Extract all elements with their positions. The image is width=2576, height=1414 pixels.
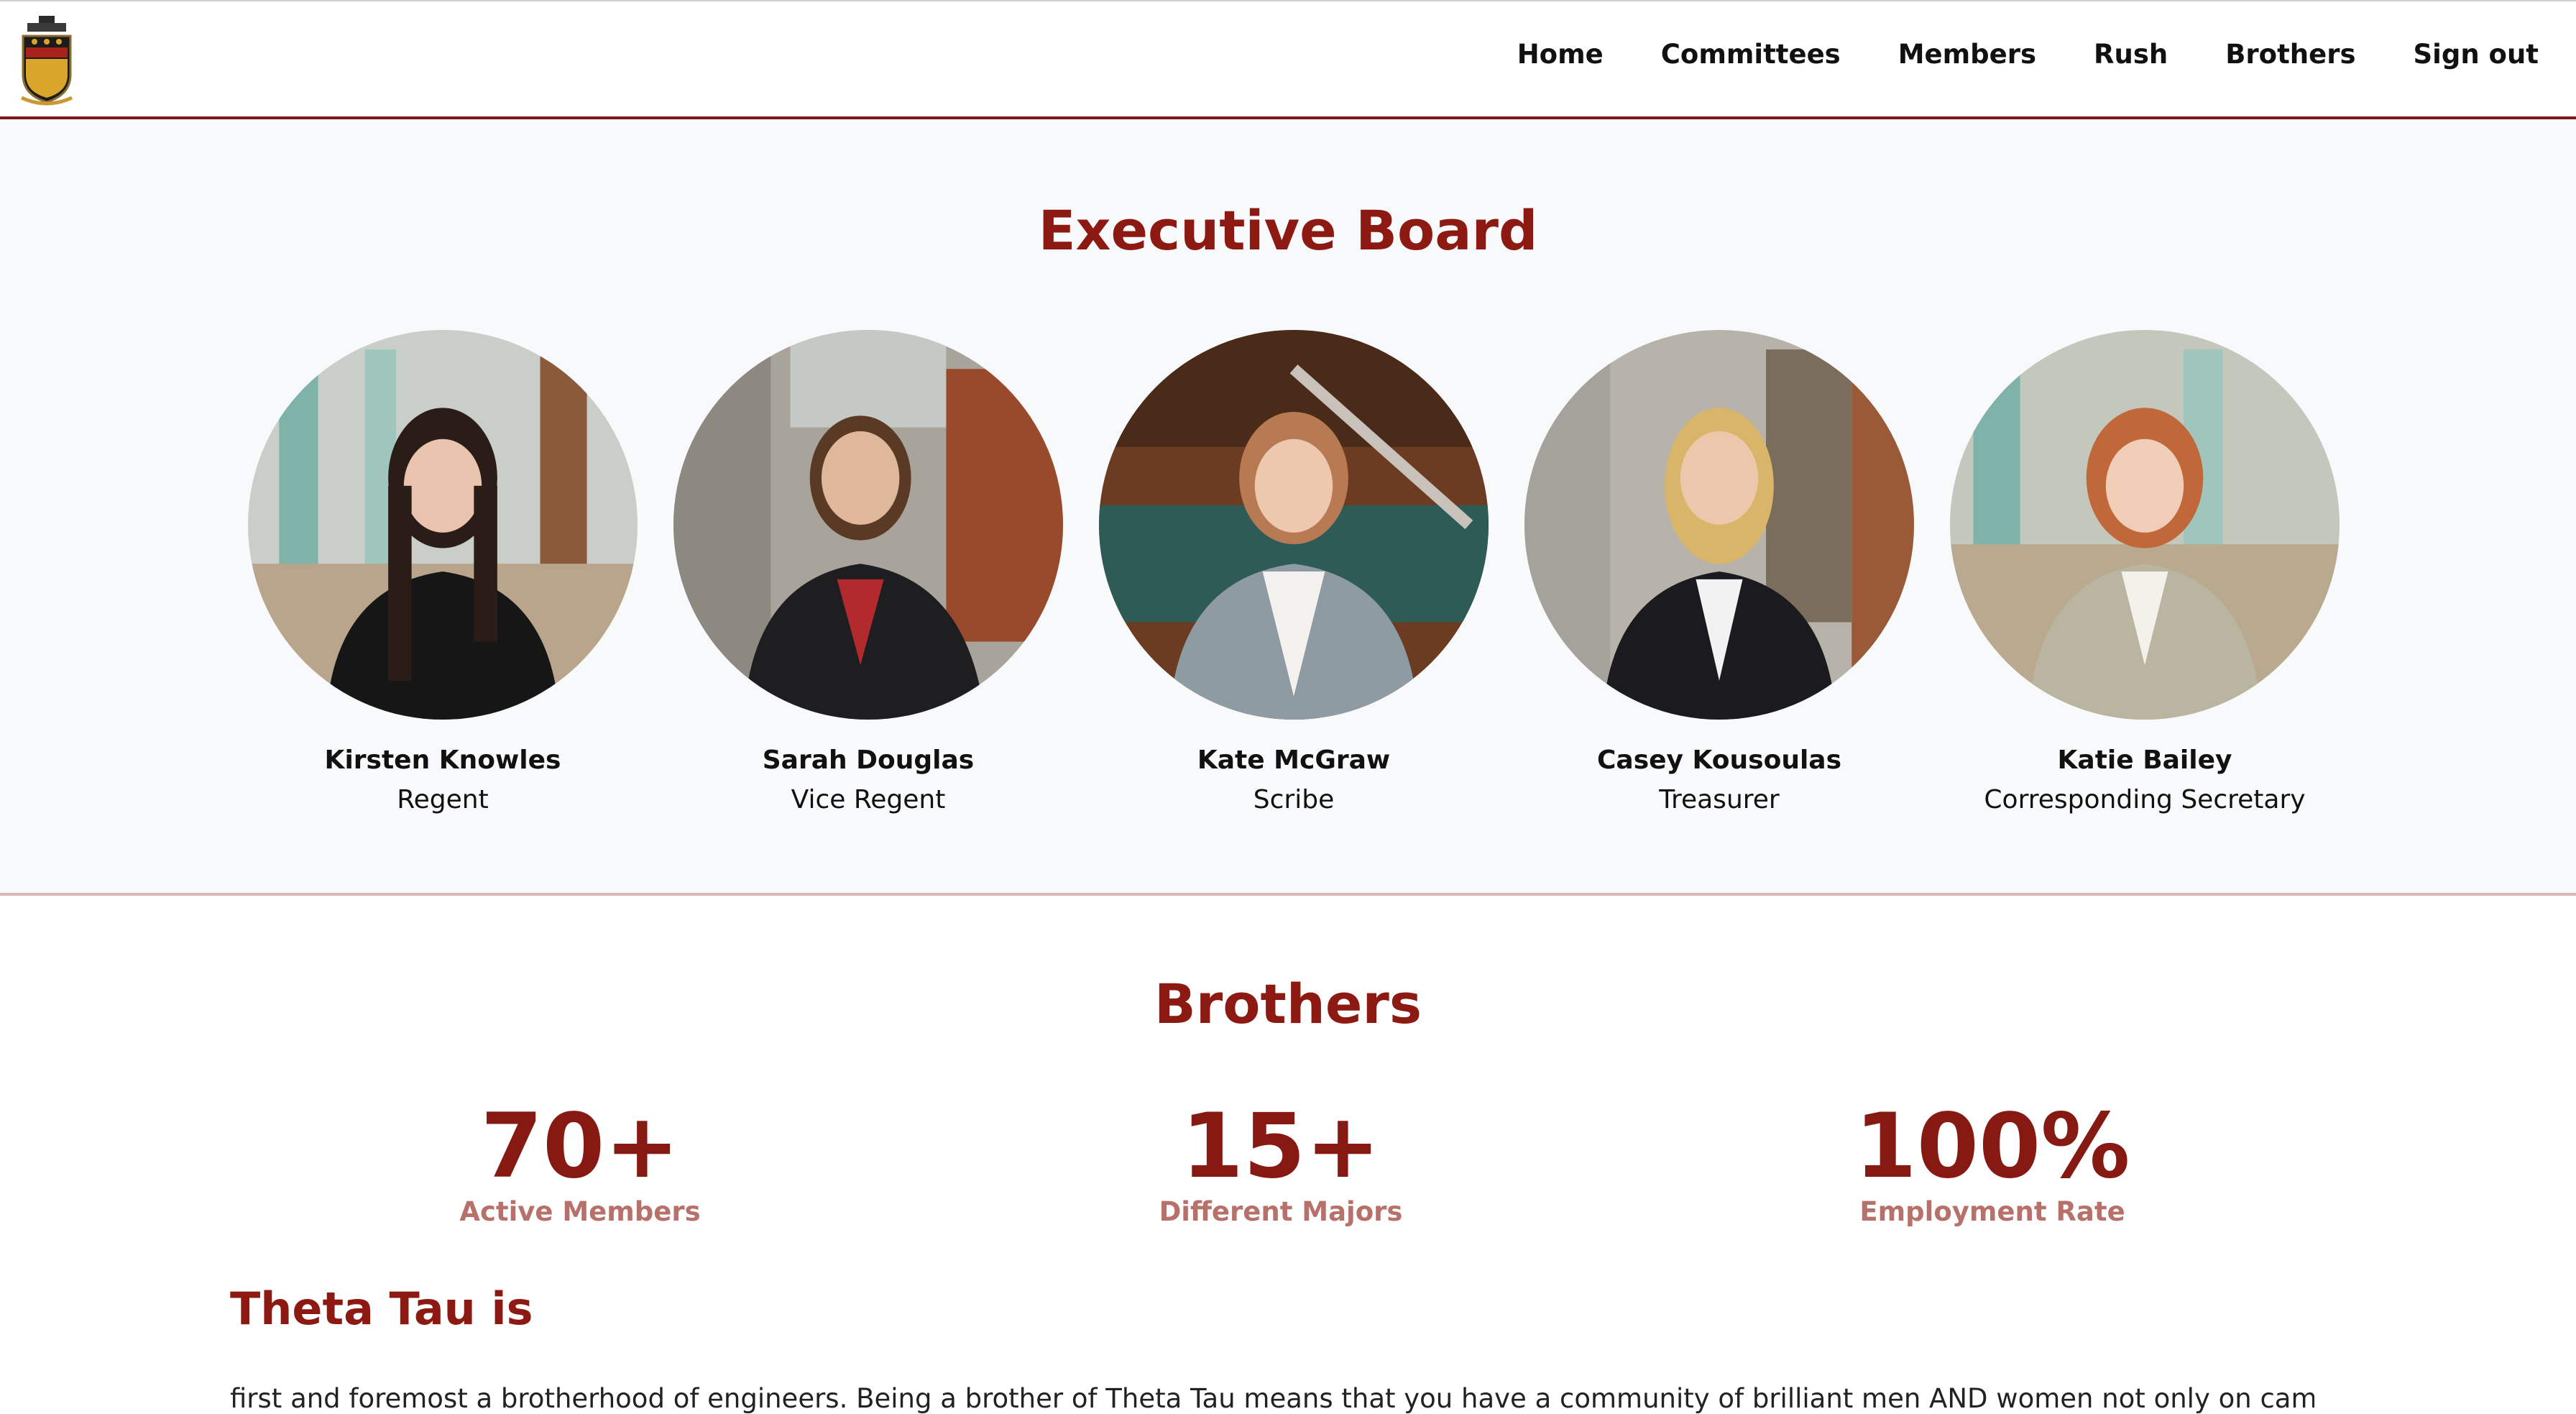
- member-name: Kirsten Knowles: [324, 745, 561, 775]
- theta-tau-heading: Theta Tau is: [230, 1282, 533, 1335]
- member-name: Katie Bailey: [2057, 745, 2232, 775]
- member-card: Casey Kousoulas Treasurer: [1506, 330, 1932, 814]
- theta-tau-description: first and foremost a brotherhood of engi…: [230, 1383, 2314, 1414]
- member-name: Casey Kousoulas: [1596, 745, 1842, 775]
- stat-value: 70+: [480, 1095, 680, 1198]
- member-card: Kate McGraw Scribe: [1081, 330, 1506, 814]
- executive-board-title: Executive Board: [1038, 198, 1538, 262]
- nav-members[interactable]: Members: [1898, 39, 2036, 70]
- member-name: Sarah Douglas: [762, 745, 975, 775]
- nav-brothers[interactable]: Brothers: [2225, 39, 2355, 70]
- stat-value: 100%: [1854, 1095, 2130, 1198]
- stat-different-majors: 15+ Different Majors: [1065, 1093, 1496, 1227]
- nav-committees[interactable]: Committees: [1661, 39, 1841, 70]
- member-card: Sarah Douglas Vice Regent: [656, 330, 1081, 814]
- member-photo: [1950, 330, 2340, 720]
- member-photo: [1099, 330, 1489, 720]
- member-photo: [1524, 330, 1914, 720]
- member-card: Kirsten Knowles Regent: [230, 330, 656, 814]
- crest-logo[interactable]: [17, 13, 76, 109]
- stat-value: 15+: [1181, 1095, 1381, 1198]
- stat-label: Active Members: [459, 1196, 701, 1227]
- member-name: Kate McGraw: [1197, 745, 1391, 775]
- member-photo: [248, 330, 638, 720]
- member-role: Vice Regent: [791, 785, 946, 814]
- member-role: Regent: [397, 785, 489, 814]
- nav-sign-out[interactable]: Sign out: [2414, 39, 2539, 70]
- stat-label: Different Majors: [1159, 1196, 1403, 1227]
- stat-employment-rate: 100% Employment Rate: [1777, 1093, 2208, 1227]
- executive-board-section: Executive Board Kirsten Knowles Regent S…: [0, 119, 2576, 896]
- nav-links: Home Committees Members Rush Brothers Si…: [1517, 39, 2539, 70]
- nav-home[interactable]: Home: [1517, 39, 1604, 70]
- member-role: Treasurer: [1659, 785, 1780, 814]
- stat-label: Employment Rate: [1859, 1196, 2125, 1227]
- member-photo: [673, 330, 1063, 720]
- member-card: Katie Bailey Corresponding Secretary: [1932, 330, 2358, 814]
- member-role: Scribe: [1253, 785, 1335, 814]
- stat-active-members: 70+ Active Members: [364, 1093, 796, 1227]
- top-navbar: Home Committees Members Rush Brothers Si…: [0, 0, 2576, 119]
- member-role: Corresponding Secretary: [1984, 785, 2306, 814]
- brothers-title: Brothers: [1154, 972, 1422, 1036]
- nav-rush[interactable]: Rush: [2094, 39, 2168, 70]
